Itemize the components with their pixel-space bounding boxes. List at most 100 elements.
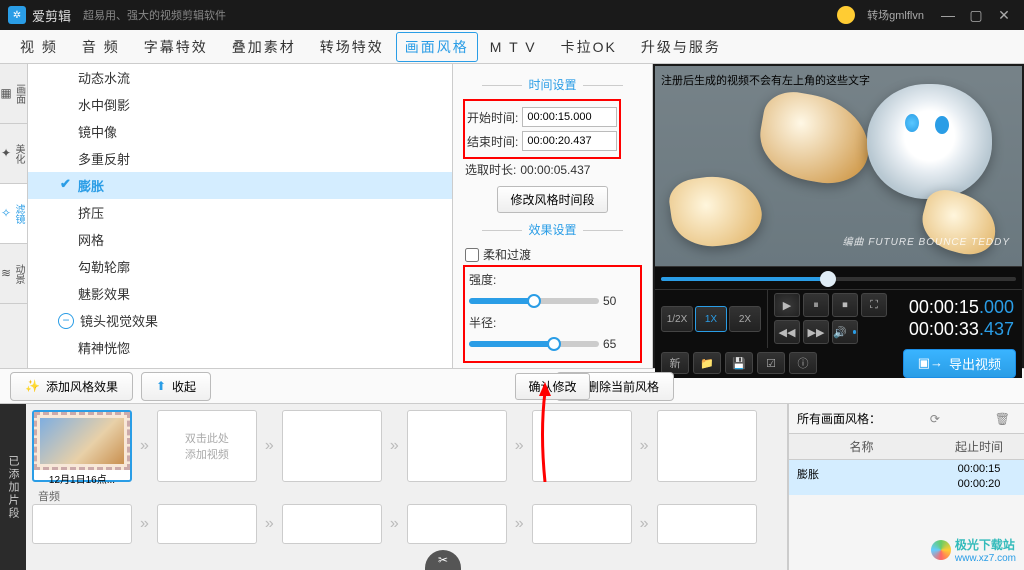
effect-item[interactable]: 醉汉视觉效果	[28, 361, 452, 368]
audio-slot[interactable]	[657, 504, 757, 544]
empty-slot[interactable]	[282, 410, 382, 482]
preview-blob-icon	[753, 87, 876, 190]
add-video-slot[interactable]: 双击此处添加视频	[157, 410, 257, 482]
scrubber[interactable]	[655, 266, 1022, 290]
total-time: 00:00:33.437	[909, 319, 1014, 341]
end-time-input[interactable]	[522, 131, 617, 151]
annotation-arrow-icon	[535, 382, 555, 482]
tab-2[interactable]: 字幕特效	[132, 31, 220, 63]
tab-7[interactable]: 卡拉OK	[549, 31, 629, 63]
info-icon[interactable]: ⓘ	[789, 352, 817, 374]
intensity-label: 强度:	[469, 271, 636, 288]
user-avatar[interactable]	[837, 6, 855, 24]
stop-button[interactable]: ⏹	[832, 293, 858, 317]
minimize-button[interactable]: —	[936, 3, 960, 27]
app-title: 爱剪辑	[32, 6, 71, 25]
audio-slot[interactable]	[532, 504, 632, 544]
sidenav-动景[interactable]: ≋动景	[0, 244, 27, 304]
user-name: 转场gmlflvn	[867, 7, 924, 23]
side-panel-title: 所有画面风格：	[797, 410, 881, 427]
tab-3[interactable]: 叠加素材	[220, 31, 308, 63]
row-name: 膨胀	[789, 462, 934, 493]
sidenav-画面[interactable]: ▦画面	[0, 64, 27, 124]
save-icon[interactable]: 💾	[725, 352, 753, 374]
export-icon: ▣→	[918, 355, 943, 371]
effect-settings-header: 效果设置	[465, 221, 640, 238]
settings-icon[interactable]: ☑	[757, 352, 785, 374]
tab-5[interactable]: 画面风格	[396, 32, 478, 62]
effect-item[interactable]: 网格	[28, 226, 452, 253]
effect-item[interactable]: 魅影效果	[28, 280, 452, 307]
effect-item[interactable]: 多重反射	[28, 145, 452, 172]
radius-value: 65	[603, 337, 616, 351]
preview-blob-icon	[667, 170, 766, 252]
trash-icon[interactable]: 🗑	[995, 412, 1010, 426]
intensity-value: 50	[603, 294, 616, 308]
pause-button[interactable]: ⏸	[803, 293, 829, 317]
current-time: 00:00:15.000	[909, 297, 1014, 319]
effect-row[interactable]: 膨胀 00:00:1500:00:20	[789, 460, 1024, 495]
arrow-icon: »	[388, 437, 401, 455]
speed-1X[interactable]: 1X	[695, 306, 727, 332]
modify-time-button[interactable]: 修改风格时间段	[497, 186, 607, 213]
sidenav-美化[interactable]: ✦美化	[0, 124, 27, 184]
duration-label: 选取时长:	[465, 161, 516, 178]
video-clip[interactable]: ≡ ✕ 12月1日16点...	[32, 410, 132, 482]
arrow-icon: »	[138, 437, 151, 455]
empty-slot[interactable]	[407, 410, 507, 482]
time-settings-header: 时间设置	[465, 76, 640, 93]
add-effect-button[interactable]: 添加风格效果	[10, 372, 133, 401]
video-preview: 注册后生成的视频不会有左上角的这些文字 编曲 FUTURE BOUNCE TED…	[655, 66, 1022, 266]
effect-item[interactable]: 水中倒影	[28, 91, 452, 118]
open-icon[interactable]: 📁	[693, 352, 721, 374]
tab-1[interactable]: 音 频	[70, 31, 132, 63]
effect-item[interactable]: 动态水流	[28, 64, 452, 91]
audio-slot[interactable]	[32, 504, 132, 544]
effect-item[interactable]: 膨胀	[28, 172, 452, 199]
tab-6[interactable]: M T V	[478, 33, 549, 61]
effect-group[interactable]: 镜头视觉效果	[28, 307, 452, 334]
effect-item[interactable]: 精神恍惚	[28, 334, 452, 361]
cut-button[interactable]: ✂	[425, 550, 461, 570]
radius-slider[interactable]	[469, 341, 599, 347]
watermark-notice: 注册后生成的视频不会有左上角的这些文字	[661, 72, 1016, 88]
tab-8[interactable]: 升级与服务	[629, 31, 733, 63]
speed-2X[interactable]: 2X	[729, 306, 761, 332]
clip-name: 12月1日16点...	[34, 470, 130, 487]
site-logo-icon	[931, 540, 951, 560]
soft-transition-checkbox[interactable]	[465, 248, 479, 262]
app-logo: ✲	[8, 6, 26, 24]
col-name: 名称	[789, 438, 934, 455]
tab-4[interactable]: 转场特效	[308, 31, 396, 63]
fullscreen-button[interactable]: ⛶	[861, 293, 887, 317]
audio-label: 音频	[32, 488, 66, 504]
timeline-label: 已添加片段	[0, 404, 26, 570]
audio-slot[interactable]	[157, 504, 257, 544]
tab-0[interactable]: 视 频	[8, 31, 70, 63]
preview-watermark: 编曲 FUTURE BOUNCE TEDDY	[842, 233, 1010, 248]
close-button[interactable]: ✕	[992, 3, 1016, 27]
audio-slot[interactable]	[407, 504, 507, 544]
speed-1/2X[interactable]: 1/2X	[661, 306, 693, 332]
radius-label: 半径:	[469, 314, 636, 331]
empty-slot[interactable]	[657, 410, 757, 482]
maximize-button[interactable]: ▢	[964, 3, 988, 27]
effect-item[interactable]: 镜中像	[28, 118, 452, 145]
export-button[interactable]: ▣→导出视频	[903, 349, 1016, 378]
arrow-icon: »	[263, 437, 276, 455]
audio-slot[interactable]	[282, 504, 382, 544]
next-button[interactable]: ▶▶	[803, 320, 829, 344]
collapse-button[interactable]: 收起	[141, 372, 211, 401]
effect-item[interactable]: 勾勒轮廓	[28, 253, 452, 280]
volume-icon[interactable]: 🔊	[832, 320, 858, 344]
site-watermark: 极光下载站www.xz7.com	[931, 536, 1016, 564]
sidenav-滤镜[interactable]: ✧滤镜	[0, 184, 27, 244]
effect-item[interactable]: 挤压	[28, 199, 452, 226]
start-time-input[interactable]	[522, 107, 617, 127]
refresh-icon[interactable]: ⟳	[930, 412, 940, 426]
intensity-slider[interactable]	[469, 298, 599, 304]
new-button[interactable]: 新	[661, 352, 689, 374]
prev-button[interactable]: ◀◀	[774, 320, 800, 344]
main-tabs: 视 频音 频字幕特效叠加素材转场特效画面风格M T V卡拉OK升级与服务	[0, 30, 1024, 64]
play-button[interactable]: ▶	[774, 293, 800, 317]
